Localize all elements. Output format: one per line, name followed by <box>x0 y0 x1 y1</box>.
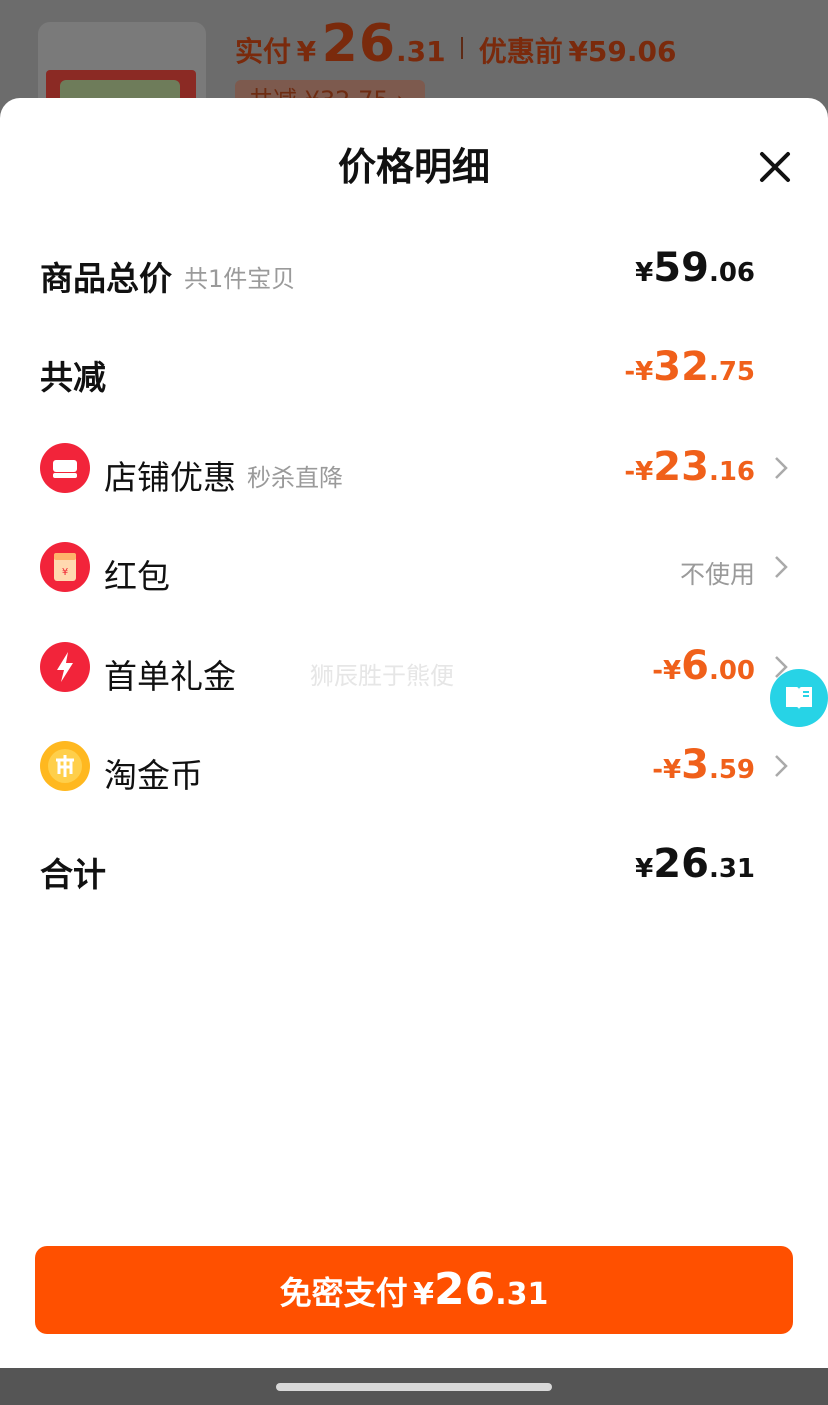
red-packet-value: 不使用 <box>679 560 755 589</box>
sheet-title: 价格明细 <box>337 145 490 189</box>
total-label: 合计 <box>40 855 106 894</box>
flash-sale-tag: 秒杀直降 <box>247 464 343 492</box>
amount-dec: .75 <box>708 357 755 387</box>
pay-label: 免密支付 <box>279 1274 408 1312</box>
goods-total-row: 商品总价 共1件宝贝 ¥59.06 <box>0 239 828 299</box>
taojin-coin-amount: -¥3.59 <box>652 742 755 788</box>
amount-dec: .06 <box>708 258 755 288</box>
floating-book-button[interactable] <box>770 669 828 727</box>
amount-int: 23 <box>653 444 709 490</box>
lightning-icon <box>40 642 90 692</box>
before-price: ¥59.06 <box>568 35 677 68</box>
yen-sign: -¥ <box>652 755 682 785</box>
store-discount-amount: -¥23.16 <box>624 444 755 490</box>
amount-dec: .00 <box>708 656 755 686</box>
amount-dec: .31 <box>708 854 755 884</box>
yen-sign: -¥ <box>624 457 654 487</box>
red-packet-label: 红包 <box>104 557 170 596</box>
store-discount-label: 店铺优惠 <box>104 458 236 497</box>
total-row: 合计 ¥26.31 <box>0 835 828 895</box>
yen-sign: ¥ <box>635 854 654 884</box>
amount-dec: .16 <box>708 457 755 487</box>
yen-sign: ¥ <box>635 258 654 288</box>
yen-sign: -¥ <box>652 656 682 686</box>
paid-yen: ¥ <box>296 35 317 68</box>
price-detail-sheet: 价格明细 商品总价 共1件宝贝 ¥59.06 共减 -¥32.75 店铺优惠 秒… <box>0 98 828 1368</box>
amount-int: 59 <box>653 245 709 291</box>
chevron-right-icon <box>771 553 791 581</box>
svg-text:¥: ¥ <box>62 567 68 578</box>
total-reduction-row: 共减 -¥32.75 <box>0 338 828 398</box>
price-separator <box>461 37 464 59</box>
pay-yen: ¥ <box>413 1277 435 1312</box>
pay-int: 26 <box>434 1264 496 1315</box>
store-icon <box>40 443 90 493</box>
store-discount-row[interactable]: 店铺优惠 秒杀直降 -¥23.16 <box>0 438 828 498</box>
red-packet-row[interactable]: ¥ 红包 不使用 <box>0 537 828 597</box>
password-free-pay-button[interactable]: 免密支付 ¥26.31 <box>35 1246 793 1334</box>
yen-sign: -¥ <box>624 357 654 387</box>
goods-total-label: 商品总价 <box>40 259 172 298</box>
background-order-header: 实付 ¥ 26.31 优惠前 ¥59.06 共减 ¥32.75 › <box>0 0 828 122</box>
amount-int: 3 <box>681 742 709 788</box>
before-label: 优惠前 <box>478 35 563 68</box>
book-icon <box>786 687 812 710</box>
paid-int: 26 <box>321 14 397 74</box>
paid-label: 实付 <box>235 35 292 68</box>
taojin-coin-row[interactable]: 淘金币 -¥3.59 <box>0 736 828 796</box>
background-price-summary: 实付 ¥ 26.31 优惠前 ¥59.06 <box>235 14 676 74</box>
amount-int: 32 <box>653 344 709 390</box>
close-icon[interactable] <box>752 144 798 190</box>
total-reduction-amount: -¥32.75 <box>624 344 755 390</box>
red-packet-icon: ¥ <box>40 542 90 592</box>
amount-int: 26 <box>653 841 709 887</box>
taojin-coin-label: 淘金币 <box>104 756 203 795</box>
goods-total-amount: ¥59.06 <box>635 245 755 291</box>
first-order-gift-amount: -¥6.00 <box>652 643 755 689</box>
first-order-gift-label: 首单礼金 <box>104 657 236 696</box>
watermark-text: 狮辰胜于熊便 <box>310 662 454 690</box>
item-count: 共1件宝贝 <box>184 265 296 293</box>
system-navigation-bar <box>0 1368 828 1405</box>
total-reduction-label: 共减 <box>40 358 106 397</box>
amount-int: 6 <box>681 643 709 689</box>
chevron-right-icon <box>771 454 791 482</box>
amount-dec: .59 <box>708 755 755 785</box>
paid-dec: .31 <box>396 35 446 68</box>
pay-dec: .31 <box>495 1277 549 1312</box>
total-amount: ¥26.31 <box>635 841 755 887</box>
chevron-right-icon <box>771 752 791 780</box>
coin-icon <box>40 741 90 791</box>
home-indicator[interactable] <box>276 1383 552 1391</box>
